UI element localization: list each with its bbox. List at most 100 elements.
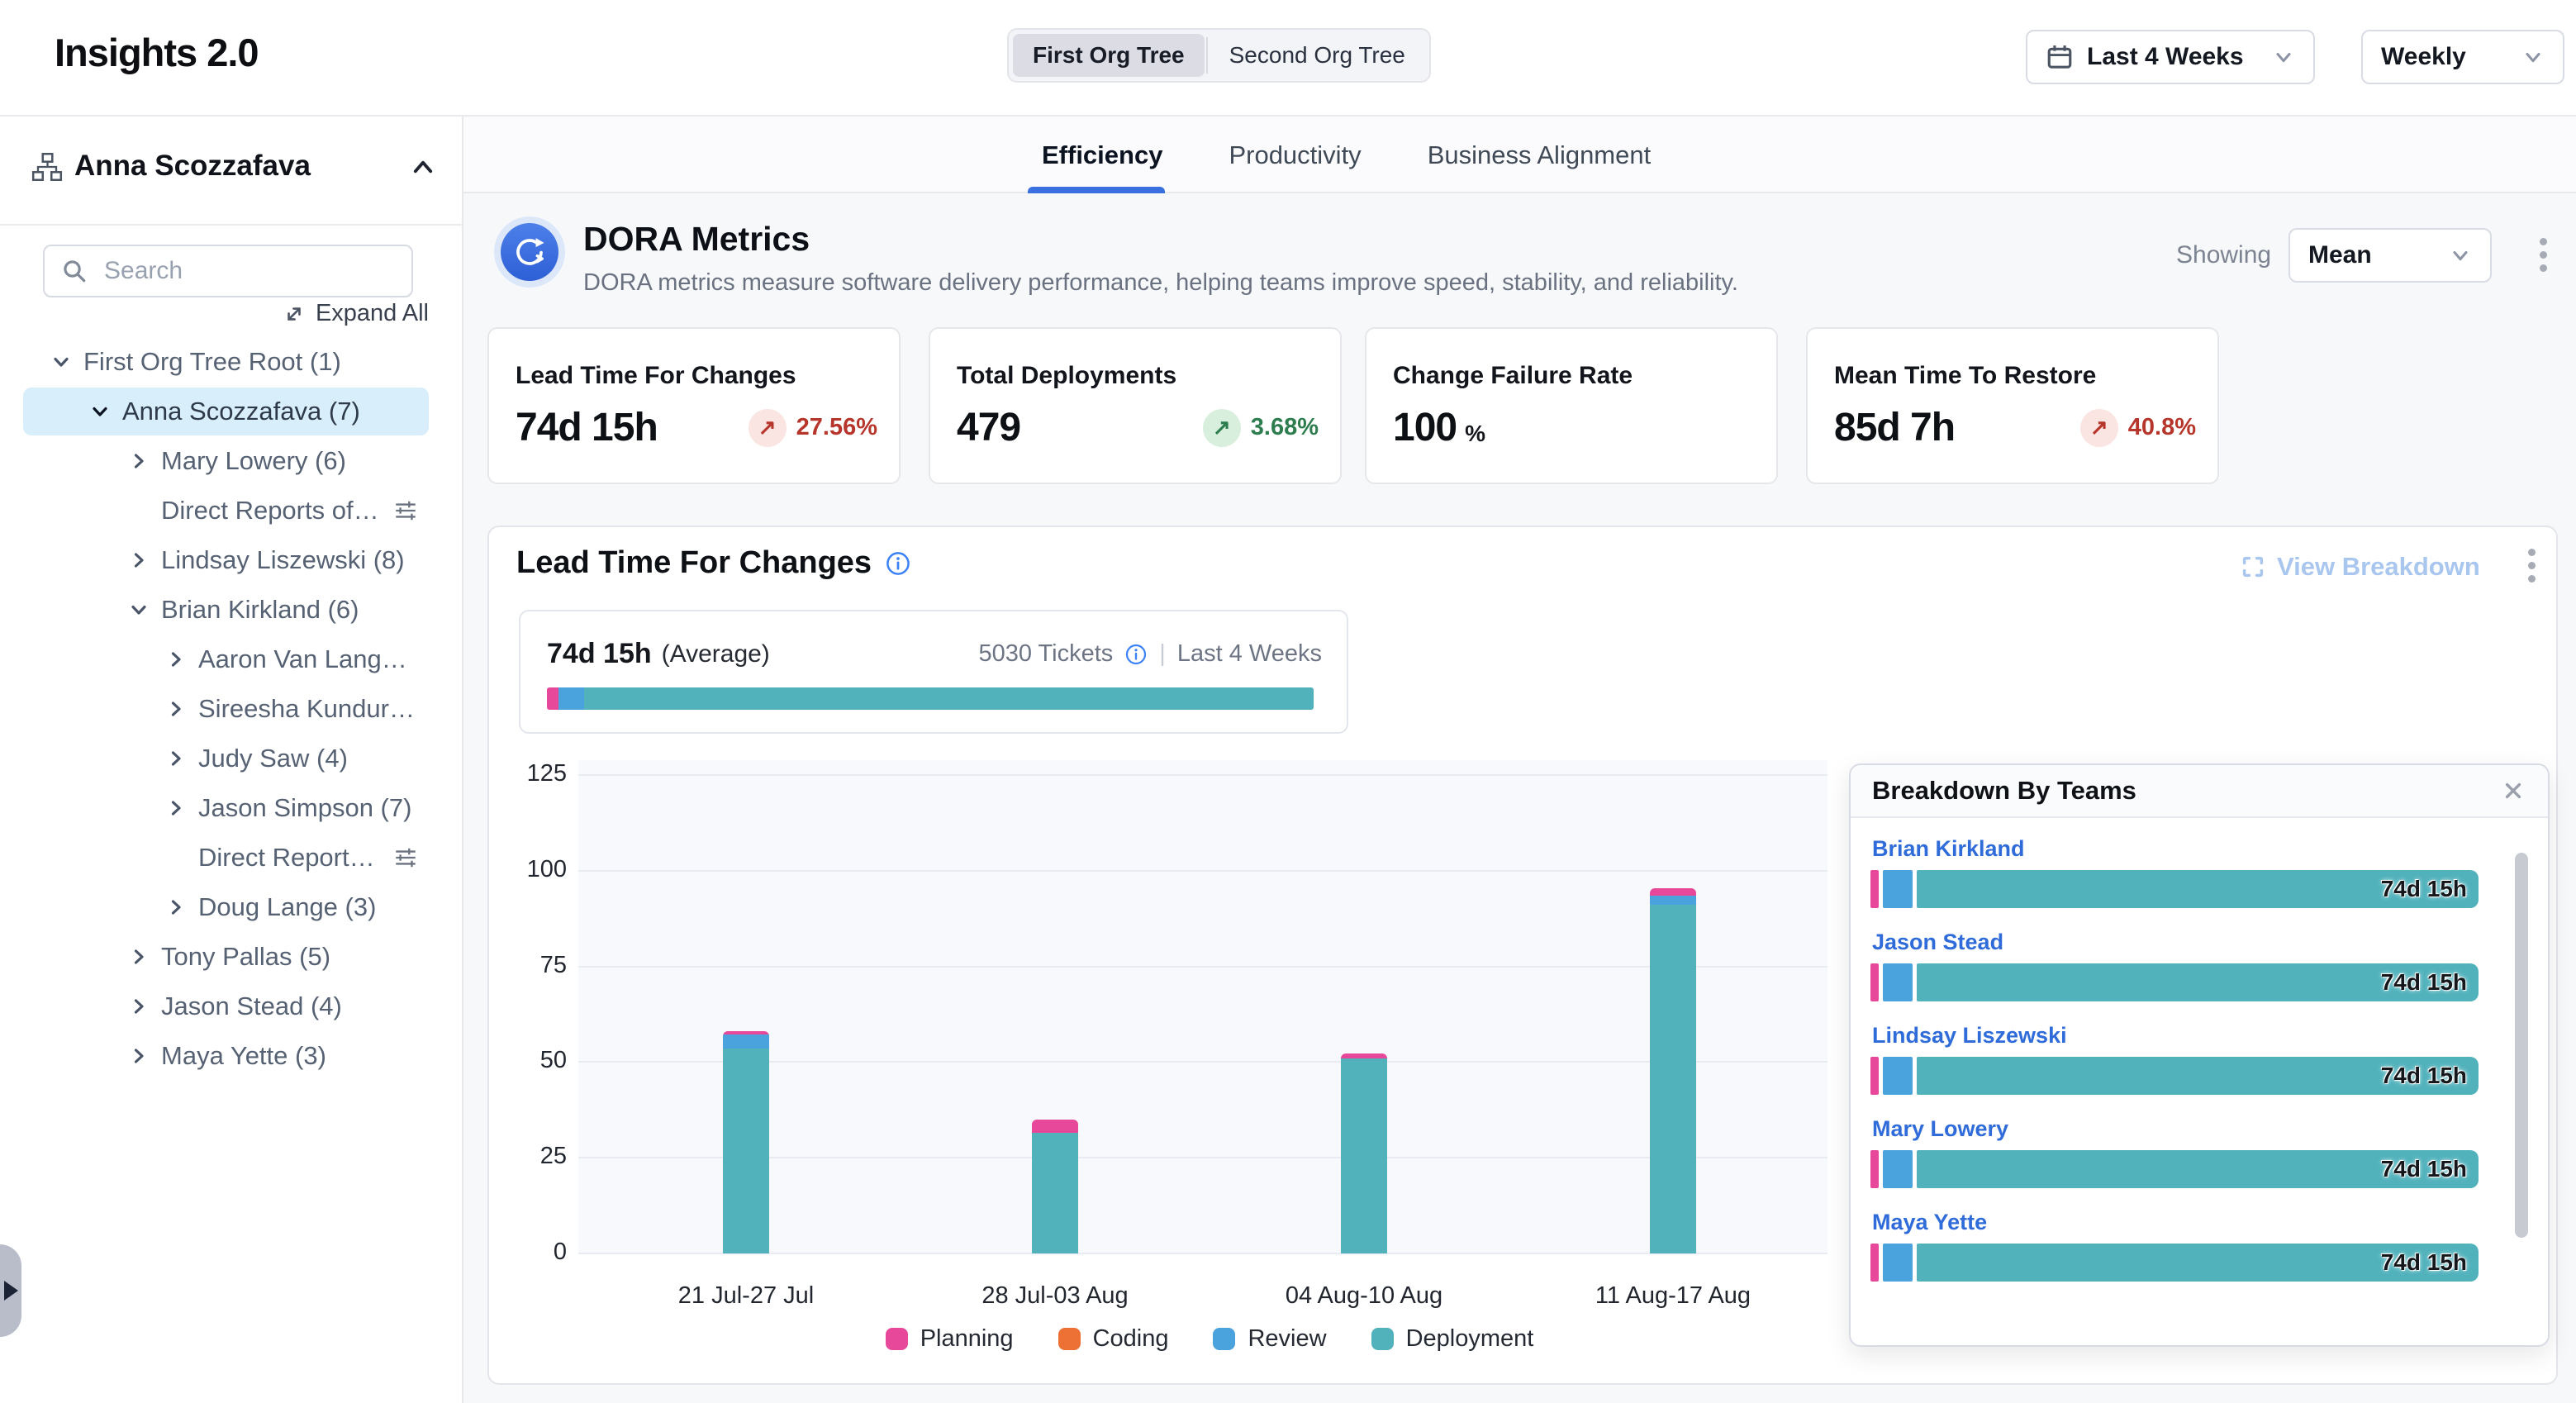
tree-item[interactable]: Direct Reports of A... xyxy=(23,487,429,535)
stacked-bar[interactable] xyxy=(1341,1053,1387,1253)
tree-item[interactable]: Maya Yette (3) xyxy=(23,1032,429,1080)
breakdown-scrollbar-thumb[interactable] xyxy=(2515,853,2528,1238)
tree-item[interactable]: Lindsay Liszewski (8) xyxy=(23,536,429,584)
metric-card-title: Mean Time To Restore xyxy=(1834,362,2096,390)
bar-segment-deployment xyxy=(1032,1133,1078,1253)
stacked-bar[interactable] xyxy=(723,1031,769,1253)
org-tree-toggle: First Org Tree Second Org Tree xyxy=(1007,28,1431,83)
legend-item[interactable]: Deployment xyxy=(1371,1325,1534,1353)
tree-item[interactable]: Anna Scozzafava (7) xyxy=(23,388,429,435)
info-icon[interactable] xyxy=(885,550,911,577)
legend-item[interactable]: Coding xyxy=(1058,1325,1169,1353)
tree-item-label: Anna Scozzafava (7) xyxy=(122,397,360,426)
legend-swatch xyxy=(886,1328,908,1350)
trend-delta: 3.68% xyxy=(1251,414,1319,441)
tree-item[interactable]: Doug Lange (3) xyxy=(23,883,429,931)
expand-all-button[interactable]: Expand All xyxy=(283,300,429,327)
breakdown-team-link[interactable]: Jason Stead xyxy=(1872,930,2479,955)
tree-item[interactable]: First Org Tree Root (1) xyxy=(23,338,429,386)
chevron-right-icon[interactable] xyxy=(165,698,187,720)
chevron-right-icon[interactable] xyxy=(128,996,150,1017)
chevron-down-icon[interactable] xyxy=(50,351,72,373)
trend-up-icon: ↗ xyxy=(749,409,787,447)
stacked-bar[interactable] xyxy=(1650,888,1696,1253)
legend-item[interactable]: Review xyxy=(1213,1325,1326,1353)
strip-segment-deployment xyxy=(584,687,1314,710)
tab-productivity[interactable]: Productivity xyxy=(1229,140,1361,170)
legend-label: Review xyxy=(1248,1325,1326,1353)
search-input[interactable] xyxy=(102,256,395,286)
chevron-down-icon[interactable] xyxy=(89,401,111,422)
org-tree-toggle-first[interactable]: First Org Tree xyxy=(1013,34,1205,77)
date-range-select[interactable]: Last 4 Weeks xyxy=(2026,30,2315,84)
tree-item[interactable]: Tony Pallas (5) xyxy=(23,933,429,981)
breakdown-row: Brian Kirkland 74d 15h xyxy=(1870,836,2479,908)
sidebar-expand-handle[interactable] xyxy=(0,1244,21,1337)
sidebar: Anna Scozzafava Expand All First Org Tre… xyxy=(0,117,463,1403)
showing-value: Mean xyxy=(2308,241,2372,269)
breakdown-stacked-bar: 74d 15h xyxy=(1870,1244,2479,1282)
tree-item[interactable]: Sireesha Kunduri (7) xyxy=(23,685,429,733)
breakdown-team-link[interactable]: Mary Lowery xyxy=(1872,1116,2479,1142)
bar-segment-deployment: 74d 15h xyxy=(1917,870,2479,908)
dora-menu-button[interactable] xyxy=(2540,238,2547,272)
bar-segment-review xyxy=(723,1034,769,1049)
metric-card-unit: % xyxy=(1465,421,1485,447)
chevron-right-icon[interactable] xyxy=(165,896,187,918)
expand-all-icon xyxy=(283,302,306,326)
sidebar-header: Anna Scozzafava xyxy=(0,117,462,226)
org-tree-toggle-second[interactable]: Second Org Tree xyxy=(1210,34,1425,77)
search-box[interactable] xyxy=(43,245,413,297)
stacked-bar[interactable] xyxy=(1032,1120,1078,1253)
chevron-down-icon[interactable] xyxy=(128,599,150,621)
chevron-right-icon[interactable] xyxy=(165,797,187,819)
sliders-icon[interactable] xyxy=(392,497,419,524)
tree-item-label: Mary Lowery (6) xyxy=(161,446,346,476)
legend-item[interactable]: Planning xyxy=(886,1325,1014,1353)
tree-item[interactable]: Aaron Van Langen... xyxy=(23,635,429,683)
tree-item[interactable]: Brian Kirkland (6) xyxy=(23,586,429,634)
breakdown-team-link[interactable]: Maya Yette xyxy=(1872,1210,2479,1235)
divider: | xyxy=(1159,640,1166,668)
strip-segment-review xyxy=(558,687,585,710)
tree-item[interactable]: Direct Reports ... xyxy=(23,834,429,882)
tab-efficiency[interactable]: Efficiency xyxy=(1042,140,1162,170)
breakdown-value: 74d 15h xyxy=(2381,876,2467,902)
chevron-up-icon[interactable] xyxy=(409,153,437,181)
breakdown-row: Lindsay Liszewski74d 15h xyxy=(1870,1023,2479,1095)
tab-business-alignment[interactable]: Business Alignment xyxy=(1428,140,1652,170)
chevron-right-icon[interactable] xyxy=(128,549,150,571)
view-breakdown-button[interactable]: View Breakdown xyxy=(2241,552,2480,582)
tree-item[interactable]: Jason Simpson (7) xyxy=(23,784,429,832)
lead-time-menu-button[interactable] xyxy=(2528,549,2536,583)
granularity-select[interactable]: Weekly xyxy=(2361,30,2564,84)
bar-segment-planning xyxy=(1870,870,1879,908)
breakdown-team-link[interactable]: Lindsay Liszewski xyxy=(1872,1023,2479,1049)
trend-delta: 40.8% xyxy=(2128,414,2196,441)
dora-section-title: DORA Metrics xyxy=(583,220,810,259)
dora-section-subtitle: DORA metrics measure software delivery p… xyxy=(583,269,1738,297)
tree-item[interactable]: Judy Saw (4) xyxy=(23,735,429,782)
info-icon[interactable] xyxy=(1124,643,1148,666)
tree-item[interactable]: Jason Stead (4) xyxy=(23,982,429,1030)
chevron-right-icon[interactable] xyxy=(128,450,150,472)
close-icon[interactable] xyxy=(2500,778,2526,804)
tree-item-label: Aaron Van Langen... xyxy=(198,644,419,674)
bar-segment-deployment xyxy=(1341,1058,1387,1253)
tree-item[interactable]: Mary Lowery (6) xyxy=(23,437,429,485)
sliders-icon[interactable] xyxy=(392,844,419,871)
chevron-right-icon[interactable] xyxy=(165,649,187,670)
bar-segment-planning xyxy=(1870,1244,1879,1282)
trend-delta: 27.56% xyxy=(796,414,877,441)
bar-segment-deployment xyxy=(723,1049,769,1253)
breakdown-stacked-bar: 74d 15h xyxy=(1870,963,2479,1001)
chevron-right-icon[interactable] xyxy=(128,1045,150,1067)
x-axis-tick-label: 21 Jul-27 Jul xyxy=(614,1282,878,1310)
top-bar: Insights 2.0 First Org Tree Second Org T… xyxy=(0,0,2576,117)
trend-badge: ↗3.68% xyxy=(1203,409,1319,447)
showing-select[interactable]: Mean xyxy=(2288,228,2492,283)
breakdown-stacked-bar: 74d 15h xyxy=(1870,1150,2479,1188)
breakdown-team-link[interactable]: Brian Kirkland xyxy=(1872,836,2479,862)
chevron-right-icon[interactable] xyxy=(165,748,187,769)
chevron-right-icon[interactable] xyxy=(128,946,150,968)
